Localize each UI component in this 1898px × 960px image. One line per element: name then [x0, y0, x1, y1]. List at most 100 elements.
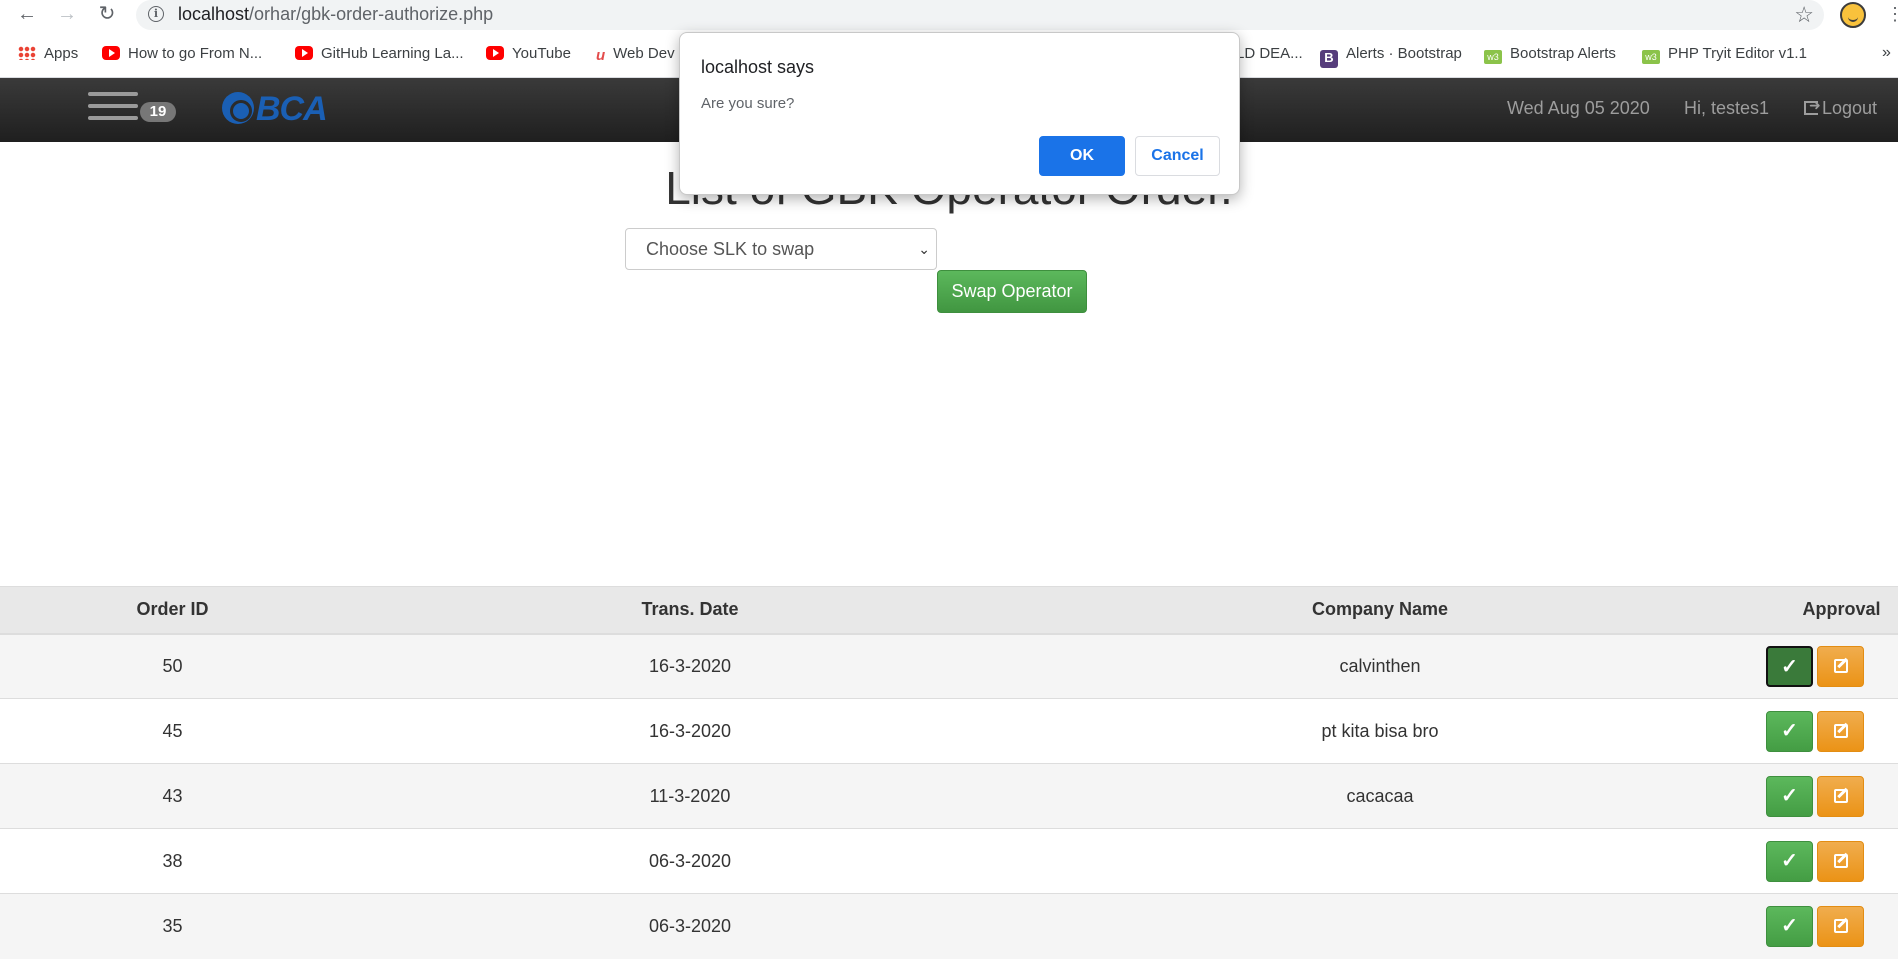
orders-table: Order ID Trans. Date Company Name Approv… [0, 586, 1898, 959]
approve-button[interactable]: ✓ [1766, 840, 1813, 882]
url-path: /orhar/gbk-order-authorize.php [249, 4, 494, 24]
bookmarks-overflow-icon[interactable]: » [1882, 44, 1891, 62]
approve-button[interactable]: ✓ [1766, 710, 1813, 752]
bookmark-label: How to go From N... [128, 45, 263, 62]
bookmark-star-icon[interactable]: ☆ [1794, 2, 1814, 28]
bookmark-label: PHP Tryit Editor v1.1 [1668, 45, 1807, 62]
bookmark-bootstrap-alerts[interactable]: w3 Bootstrap Alerts [1484, 43, 1616, 65]
approve-button[interactable]: ✓ [1766, 775, 1813, 817]
table-row: 45 16-3-2020 pt kita bisa bro ✓ [0, 698, 1898, 764]
cell-order-id: 45 [0, 698, 345, 764]
table-header-row: Order ID Trans. Date Company Name Approv… [0, 586, 1898, 635]
edit-icon [1833, 658, 1848, 673]
checkmark-icon: ✓ [1781, 914, 1798, 937]
table-row: 35 06-3-2020 ✓ [0, 893, 1898, 959]
checkmark-icon: ✓ [1781, 655, 1798, 678]
dialog-title: localhost says [701, 57, 815, 77]
url-host: localhost [178, 4, 250, 24]
cell-approval: ✓ [1725, 633, 1898, 699]
edit-button[interactable] [1817, 905, 1864, 947]
bookmark-how-to-go[interactable]: How to go From N... [102, 43, 262, 65]
edit-button[interactable] [1817, 840, 1864, 882]
browser-menu-icon[interactable]: ⋮ [1886, 4, 1898, 25]
bookmark-apps[interactable]: Apps [18, 43, 78, 65]
cell-company-name: pt kita bisa bro [1035, 698, 1725, 764]
bookmark-label: Alerts · Bootstrap [1346, 45, 1462, 62]
edit-button[interactable] [1817, 710, 1864, 752]
cell-trans-date: 16-3-2020 [345, 698, 1035, 764]
address-bar[interactable]: i localhost/orhar/gbk-order-authorize.ph… [136, 0, 1824, 30]
chevron-down-icon: ⌄ [918, 241, 930, 257]
table-row: 43 11-3-2020 cacacaa ✓ [0, 763, 1898, 829]
checkmark-icon: ✓ [1781, 849, 1798, 872]
cell-company-name [1035, 828, 1725, 894]
logout-link[interactable]: Logout [1804, 97, 1878, 119]
current-date: Wed Aug 05 2020 [1507, 98, 1650, 118]
bookmark-ld-dea[interactable]: LD DEA... [1236, 43, 1303, 65]
youtube-icon [486, 46, 504, 60]
header-company-name: Company Name [1035, 586, 1725, 635]
edit-icon [1833, 853, 1848, 868]
cell-approval: ✓ [1725, 828, 1898, 894]
bookmark-github-learning[interactable]: GitHub Learning La... [295, 43, 464, 65]
forward-icon[interactable]: → [50, 0, 84, 28]
header-approval: Approval [1725, 586, 1898, 635]
apps-grid-icon [18, 46, 36, 60]
edit-icon [1833, 918, 1848, 933]
table-row: 38 06-3-2020 ✓ [0, 828, 1898, 894]
profile-avatar[interactable] [1840, 2, 1866, 28]
dialog-message: Are you sure? [701, 95, 795, 112]
brand-logo[interactable]: BCA [222, 90, 328, 130]
slk-select[interactable]: Choose SLK to swap ⌄ [625, 228, 937, 270]
bca-logo-icon [222, 92, 254, 124]
slk-select-value: Choose SLK to swap [646, 239, 815, 259]
cell-trans-date: 16-3-2020 [345, 633, 1035, 699]
header-order-id: Order ID [0, 586, 345, 635]
cell-order-id: 35 [0, 893, 345, 959]
bookmark-youtube[interactable]: YouTube [486, 43, 571, 65]
approve-button[interactable]: ✓ [1766, 905, 1813, 947]
checkmark-icon: ✓ [1781, 784, 1798, 807]
cancel-button[interactable]: Cancel [1135, 136, 1220, 176]
webdev-icon: u [596, 47, 606, 64]
bookmark-label: YouTube [512, 45, 571, 62]
edit-icon [1833, 723, 1848, 738]
logout-label: Logout [1822, 98, 1878, 118]
youtube-icon [295, 46, 313, 60]
edit-icon [1833, 788, 1848, 803]
checkmark-icon: ✓ [1781, 719, 1798, 742]
bookmark-alerts-bootstrap[interactable]: B Alerts · Bootstrap [1320, 43, 1462, 68]
swap-operator-button[interactable]: Swap Operator [937, 270, 1087, 313]
bookmark-php-tryit[interactable]: w3 PHP Tryit Editor v1.1 [1642, 43, 1807, 65]
site-info-icon[interactable]: i [148, 6, 164, 22]
edit-button[interactable] [1817, 775, 1864, 817]
bookmark-label: Apps [44, 45, 79, 62]
notification-badge: 19 [140, 102, 176, 122]
user-greeting[interactable]: Hi, testes1 [1684, 98, 1769, 119]
cell-approval: ✓ [1725, 893, 1898, 959]
url-text[interactable]: localhost/orhar/gbk-order-authorize.php [178, 4, 493, 25]
cell-order-id: 50 [0, 633, 345, 699]
ok-button[interactable]: OK [1039, 136, 1125, 176]
back-icon[interactable]: ← [10, 0, 44, 28]
cell-trans-date: 06-3-2020 [345, 893, 1035, 959]
bookmark-label: GitHub Learning La... [321, 45, 464, 62]
cell-approval: ✓ [1725, 763, 1898, 829]
w3schools-icon: w3 [1484, 50, 1502, 64]
cell-company-name: calvinthen [1035, 633, 1725, 699]
cell-approval: ✓ [1725, 698, 1898, 764]
logo-text: BCA [256, 90, 328, 128]
cell-order-id: 38 [0, 828, 345, 894]
w3schools-icon: w3 [1642, 50, 1660, 64]
confirm-dialog: localhost says Are you sure? OK Cancel [679, 32, 1240, 195]
table-row: 50 16-3-2020 calvinthen ✓ [0, 633, 1898, 699]
bookmark-label: LD DEA... [1236, 45, 1303, 62]
bookmark-label: Bootstrap Alerts [1510, 45, 1616, 62]
hamburger-menu-icon[interactable] [88, 92, 138, 126]
approve-button[interactable]: ✓ [1766, 645, 1813, 687]
bookmark-web-dev[interactable]: u Web Dev [596, 43, 675, 65]
youtube-icon [102, 46, 120, 60]
reload-icon[interactable]: ↻ [90, 0, 124, 28]
cell-trans-date: 11-3-2020 [345, 763, 1035, 829]
edit-button[interactable] [1817, 645, 1864, 687]
